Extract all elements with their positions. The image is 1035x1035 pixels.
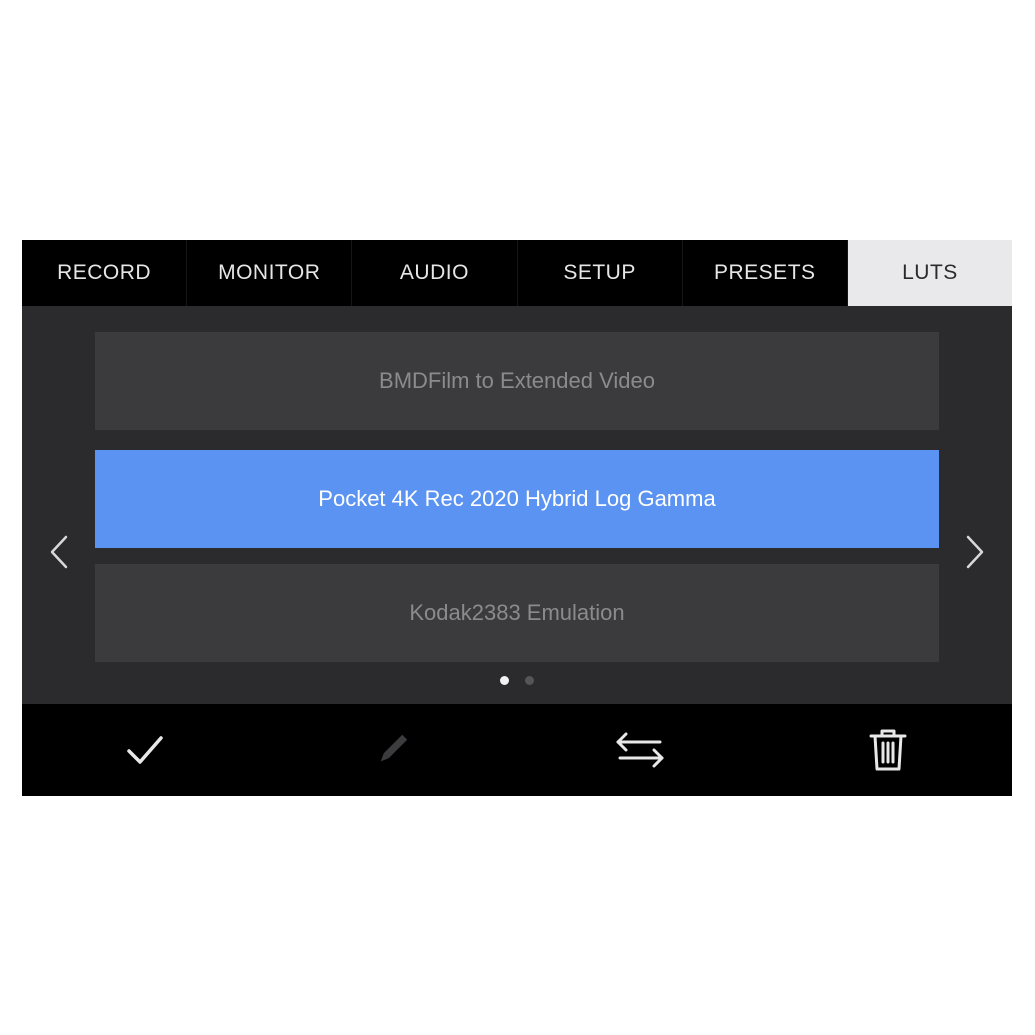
delete-button[interactable]: [858, 722, 918, 778]
tab-bar: RECORD MONITOR AUDIO SETUP PRESETS LUTS: [22, 240, 1012, 306]
bottom-toolbar: [22, 704, 1012, 796]
chevron-left-icon[interactable]: [44, 534, 74, 570]
tab-luts[interactable]: LUTS: [847, 240, 1012, 306]
lut-item-bmdfilm[interactable]: BMDFilm to Extended Video: [95, 332, 939, 430]
tab-presets[interactable]: PRESETS: [683, 240, 848, 306]
checkmark-icon: [127, 736, 163, 764]
page-dot-2[interactable]: [525, 676, 534, 685]
import-export-button[interactable]: [610, 722, 670, 778]
edit-button[interactable]: [362, 722, 422, 778]
chevron-right-icon[interactable]: [960, 534, 990, 570]
camera-screen: RECORD MONITOR AUDIO SETUP PRESETS LUTS …: [22, 240, 1012, 796]
tab-audio[interactable]: AUDIO: [352, 240, 518, 306]
apply-button[interactable]: [115, 722, 175, 778]
swap-arrows-icon: [616, 732, 664, 768]
lut-item-pocket-4k-hlg[interactable]: Pocket 4K Rec 2020 Hybrid Log Gamma: [95, 450, 939, 548]
tab-monitor[interactable]: MONITOR: [187, 240, 353, 306]
lut-item-kodak2383[interactable]: Kodak2383 Emulation: [95, 564, 939, 662]
page-dot-1[interactable]: [500, 676, 509, 685]
tab-setup[interactable]: SETUP: [518, 240, 683, 306]
tab-record[interactable]: RECORD: [22, 240, 188, 306]
trash-icon: [869, 729, 907, 771]
pencil-icon: [380, 734, 408, 762]
page-indicator: [22, 676, 1012, 685]
lut-list-panel: BMDFilm to Extended Video Pocket 4K Rec …: [22, 306, 1012, 704]
